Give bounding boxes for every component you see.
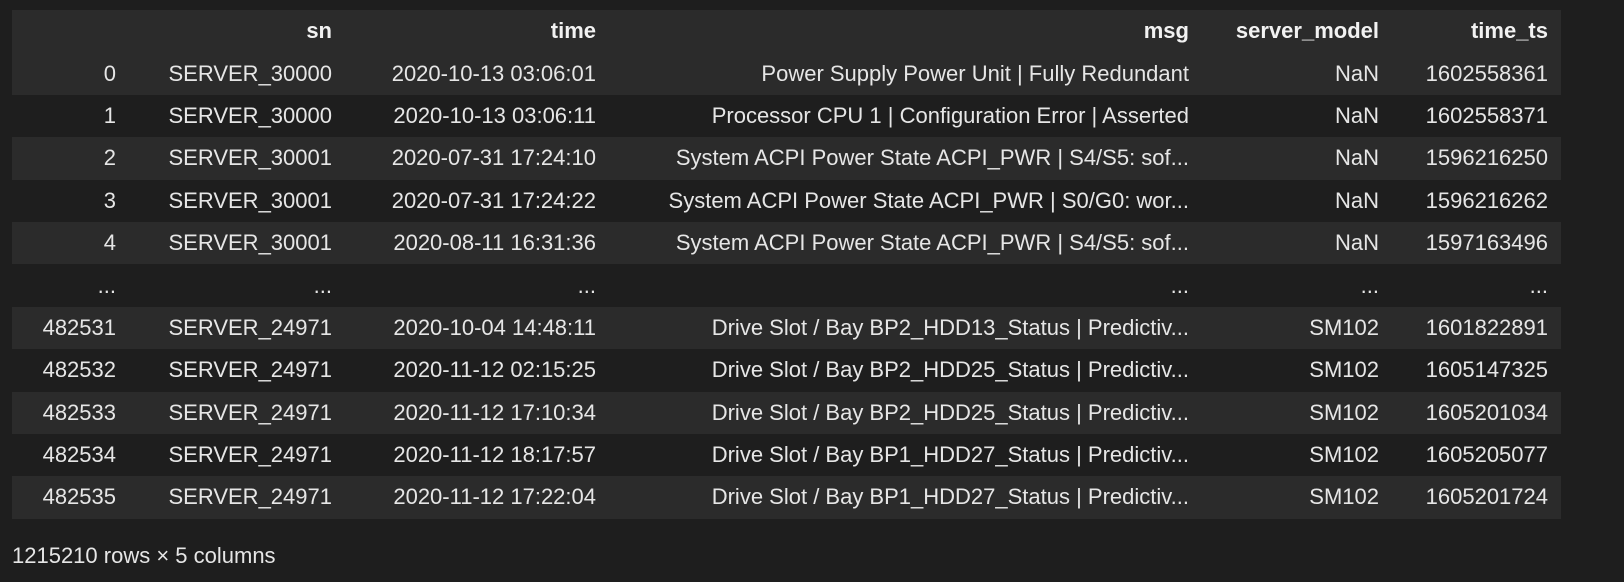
cell-time-ts: 1601822891 [1425,314,1548,340]
cell-msg: ... [1170,272,1189,298]
row-index: 482533 [42,399,116,425]
table-row: 482531 SERVER_24971 2020-10-04 14:48:11 Dri… [12,306,1561,350]
cell-time-ts: 1605147325 [1425,357,1548,383]
header-sn: sn [306,18,332,44]
table-row: 3 SERVER_30001 2020-07-31 17:24:22 System A… [12,179,1561,222]
cell-time: 2020-07-31 17:24:10 [391,145,596,171]
cell-msg: System ACPI Power State ACPI_PWR | S0/G0… [668,187,1189,213]
header-time-ts: time_ts [1470,18,1548,44]
cell-server-model: ... [1360,272,1379,298]
cell-time-ts: 1602558361 [1425,60,1548,86]
cell-msg: Drive Slot / Bay BP1_HDD27_Status | Pred… [711,442,1189,468]
table-row: 482535 SERVER_24971 2020-11-12 17:22:04 Dri… [12,476,1561,519]
row-index: 482531 [42,314,116,340]
shape-summary: 1215210 rows × 5 columns [12,543,276,568]
cell-server-model: SM102 [1309,399,1379,425]
header-time: time [550,18,596,44]
cell-msg: Processor CPU 1 | Configuration Error | … [711,102,1189,128]
cell-sn: SERVER_30001 [168,230,333,256]
header-server-model: server_model [1235,18,1379,44]
cell-time-ts: 1596216262 [1425,187,1548,213]
cell-time-ts: 1597163496 [1425,230,1548,256]
cell-sn: SERVER_30000 [168,102,333,128]
row-index: 482532 [42,357,116,383]
table-row: 482533 SERVER_24971 2020-11-12 17:10:34 Dri… [12,391,1561,434]
row-index: 482534 [42,442,116,468]
table-row: 2 SERVER_30001 2020-07-31 17:24:10 System A… [12,137,1561,180]
row-index: 0 [103,60,116,86]
cell-time-ts: 1605201034 [1425,399,1548,425]
cell-time: 2020-11-12 17:10:34 [393,399,596,425]
cell-msg: Drive Slot / Bay BP1_HDD27_Status | Pred… [711,484,1189,510]
table-row: 482532 SERVER_24971 2020-11-12 02:15:25 Dri… [12,349,1561,392]
cell-sn: SERVER_24971 [168,442,333,468]
cell-time: 2020-10-04 14:48:11 [393,314,596,340]
table-row: 482534 SERVER_24971 2020-11-12 18:17:57 Dri… [12,433,1561,477]
cell-time-ts: 1602558371 [1425,102,1548,128]
cell-server-model: NaN [1334,102,1379,128]
cell-time: 2020-11-12 02:15:25 [393,357,596,383]
cell-msg: Drive Slot / Bay BP2_HDD13_Status | Pred… [711,314,1189,340]
cell-server-model: NaN [1334,145,1379,171]
table-header: sn time msg server_model time_ts [12,10,1561,53]
row-index: 4 [103,230,116,256]
row-index: 482535 [42,484,116,510]
cell-time-ts: 1605201724 [1425,484,1548,510]
table-row: .................. [12,264,1561,307]
cell-time: 2020-08-11 16:31:36 [393,230,596,256]
row-index: 2 [103,145,116,171]
cell-sn: SERVER_30001 [168,187,333,213]
cell-sn: SERVER_24971 [168,399,333,425]
cell-server-model: SM102 [1309,357,1379,383]
cell-server-model: NaN [1334,230,1379,256]
cell-msg: System ACPI Power State ACPI_PWR | S4/S5… [675,145,1189,171]
cell-msg: Drive Slot / Bay BP2_HDD25_Status | Pred… [711,357,1189,383]
cell-time-ts: 1605205077 [1425,442,1548,468]
row-index: 1 [103,102,116,128]
cell-time-ts: ... [1529,272,1548,298]
cell-time: 2020-10-13 03:06:01 [391,60,596,86]
cell-server-model: NaN [1334,60,1379,86]
cell-time: 2020-10-13 03:06:11 [393,102,596,128]
cell-time: 2020-11-12 17:22:04 [393,484,596,510]
cell-msg: System ACPI Power State ACPI_PWR | S4/S5… [675,230,1189,256]
cell-time: 2020-07-31 17:24:22 [391,187,596,213]
row-index: ... [97,272,116,298]
cell-sn: SERVER_24971 [168,314,333,340]
cell-sn: SERVER_30001 [168,145,333,171]
header-row: sn time msg server_model time_ts [12,10,1561,53]
row-index: 3 [103,187,116,213]
cell-server-model: NaN [1334,187,1379,213]
table-row: 1 SERVER_30000 2020-10-13 03:06:11 Processo… [12,94,1561,138]
header-index [12,10,129,52]
cell-time: ... [577,272,596,298]
header-msg: msg [1143,18,1189,44]
table-row: 0 SERVER_30000 2020-10-13 03:06:01 Power Su… [12,52,1561,95]
cell-server-model: SM102 [1309,442,1379,468]
cell-server-model: SM102 [1309,484,1379,510]
cell-msg: Drive Slot / Bay BP2_HDD25_Status | Pred… [711,399,1189,425]
cell-time-ts: 1596216250 [1425,145,1548,171]
dataframe-table: sn time msg server_model time_ts 0 SERVER… [12,10,1561,519]
cell-server-model: SM102 [1309,314,1379,340]
cell-sn: SERVER_24971 [168,357,333,383]
cell-sn: SERVER_24971 [168,484,333,510]
dataframe-output: sn time msg server_model time_ts 0 SERVER… [0,0,1624,582]
cell-sn: SERVER_30000 [168,60,333,86]
cell-time: 2020-11-12 18:17:57 [393,442,596,468]
table-row: 4 SERVER_30001 2020-08-11 16:31:36 System A… [12,221,1561,265]
table-body: 0 SERVER_30000 2020-10-13 03:06:01 Power Su… [12,52,1561,519]
cell-sn: ... [313,272,332,298]
cell-msg: Power Supply Power Unit | Fully Redundan… [761,60,1189,86]
